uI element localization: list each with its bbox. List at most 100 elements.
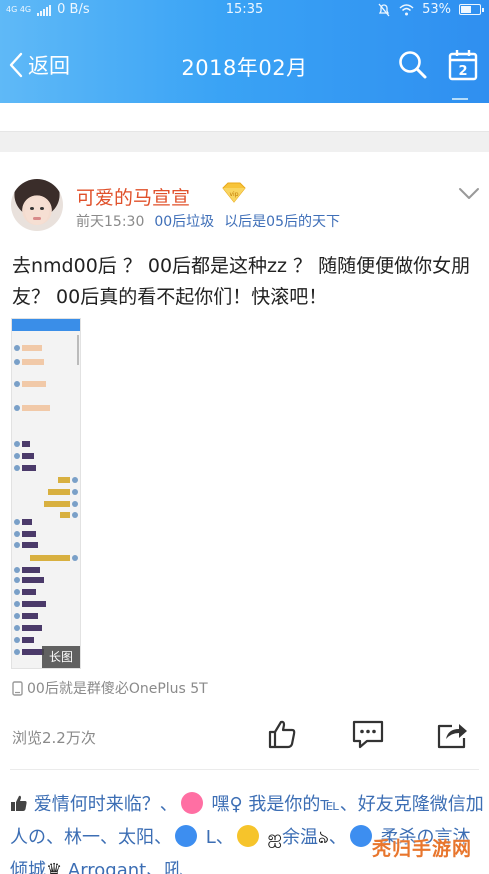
post-username[interactable]: 可爱的马宣宣: [76, 183, 190, 210]
chat-bubble: [22, 542, 38, 548]
divider: [10, 769, 479, 770]
liker-name[interactable]: L: [206, 827, 216, 848]
chat-bubble: [22, 531, 36, 537]
search-button[interactable]: [398, 50, 428, 84]
chat-avatar: [14, 649, 20, 655]
chat-bubble: [22, 637, 34, 643]
post-image[interactable]: 长图: [11, 318, 81, 669]
nav-bar: 返回 2018年02月 2: [0, 22, 489, 103]
chat-avatar: [72, 555, 78, 561]
fish-emoji-icon: [175, 825, 197, 847]
status-right: 53%: [377, 2, 484, 17]
chat-avatar: [72, 501, 78, 507]
chat-bubble: [60, 512, 70, 518]
arrow-emoji-icon: [349, 825, 372, 847]
chat-avatar: [14, 465, 20, 471]
chat-avatar: [14, 613, 20, 619]
liker-name[interactable]: 爱情何时来临？: [34, 794, 160, 815]
chat-bubble: [44, 501, 70, 507]
watermark: 秃归手游网: [366, 830, 486, 866]
post-tag-1[interactable]: 00后垃圾: [154, 211, 214, 231]
chat-bubble: [22, 345, 42, 351]
battery-percent: 53%: [422, 2, 451, 17]
chat-avatar: [14, 601, 20, 607]
post-content: 去nmd00后 ？ 00后都是这种zz ？ 随随便便做你女朋友？ 00后真的看不…: [12, 255, 471, 308]
chat-bubble: [58, 477, 70, 483]
liker-name[interactable]: Arrogant: [68, 860, 146, 874]
post-device: 00后就是群傻必OnePlus 5T: [12, 678, 208, 698]
chat-bubble: [22, 381, 46, 387]
chat-avatar: [14, 345, 20, 351]
app: 4G 4G 0 B/s 15:35 53% 返回 2018年02月 2 可爱的马…: [0, 0, 489, 874]
post-options-button[interactable]: [458, 186, 480, 205]
battery-icon: [459, 4, 484, 15]
chat-avatar: [14, 381, 20, 387]
chat-bubble: [22, 649, 44, 655]
chat-avatar: [14, 589, 20, 595]
chat-bubble: [22, 577, 44, 583]
chat-avatar: [14, 359, 20, 365]
like-button[interactable]: [266, 718, 298, 754]
calendar-icon: 2: [448, 50, 478, 81]
chat-bubble: [22, 589, 36, 595]
post-meta: 前天15:30 00后垃圾 以后是05后的天下: [76, 211, 340, 231]
chat-avatar: [72, 512, 78, 518]
post-time: 前天15:30: [76, 214, 145, 230]
watermark-text: 秃归手游网: [372, 838, 473, 860]
chat-bubble: [30, 555, 70, 561]
chat-avatar: [14, 453, 20, 459]
chat-avatar: [72, 477, 78, 483]
chat-bubble: [22, 613, 38, 619]
comment-icon: [352, 720, 384, 749]
share-button[interactable]: [436, 718, 470, 754]
device-text: 00后就是群傻必OnePlus 5T: [27, 681, 208, 697]
search-icon: [399, 51, 427, 79]
thumbs-up-icon: [268, 720, 296, 749]
chat-bubble: [22, 453, 34, 459]
queen-icon: ♛: [46, 860, 63, 874]
chevron-down-icon: [459, 188, 479, 199]
comment-button[interactable]: [351, 718, 385, 754]
view-count: 浏览2.2万次: [12, 729, 96, 747]
chat-bubble: [22, 465, 36, 471]
vip-badge-icon: vip: [220, 182, 248, 208]
chat-bubble: [22, 405, 50, 411]
chat-bubble: [22, 519, 32, 525]
liker-name[interactable]: 吼: [164, 860, 182, 874]
heart-emoji-icon: [180, 792, 203, 814]
avatar[interactable]: [11, 179, 63, 231]
post-tag-2[interactable]: 以后是05后的天下: [224, 211, 340, 231]
chat-avatar: [72, 489, 78, 495]
vip-badge-text: vip: [229, 191, 238, 198]
long-image-tag: 长图: [42, 646, 80, 668]
liker-name[interactable]: 嘿♀: [211, 794, 242, 815]
share-icon: [437, 724, 467, 749]
section-separator: [0, 131, 489, 152]
chat-bubble: [22, 567, 40, 573]
liker-name[interactable]: 余温: [282, 827, 318, 848]
thumbs-up-small-icon: [11, 795, 27, 811]
liker-name[interactable]: 太阳: [118, 827, 154, 848]
chat-bubble: [48, 489, 70, 495]
header: 4G 4G 0 B/s 15:35 53% 返回 2018年02月 2: [0, 0, 489, 103]
chat-avatar: [14, 637, 20, 643]
liker-name[interactable]: 我是你的℡: [248, 794, 339, 815]
thumb-emoji-icon: [236, 825, 259, 847]
silent-bell-icon: [378, 3, 390, 16]
liker-name[interactable]: 林一: [64, 827, 100, 848]
chat-bubble: [22, 359, 44, 365]
nav-divider: [452, 98, 468, 100]
chat-avatar: [14, 519, 20, 525]
chat-avatar: [14, 542, 20, 548]
chat-avatar: [14, 625, 20, 631]
curl-icon: ঌ: [317, 827, 329, 848]
chat-bubble: [22, 441, 30, 447]
likes-list: 爱情何时来临？、 嘿♀ 我是你的℡、好友克隆微信加人の、林一、太阳、 L、 ஐ余…: [10, 788, 486, 874]
chat-bubble: [22, 601, 46, 607]
phone-icon: [12, 680, 23, 696]
calendar-day: 2: [458, 64, 467, 79]
chat-bubble: [22, 625, 42, 631]
calendar-button[interactable]: 2: [448, 49, 478, 85]
chat-avatar: [14, 441, 20, 447]
chat-avatar: [14, 577, 20, 583]
